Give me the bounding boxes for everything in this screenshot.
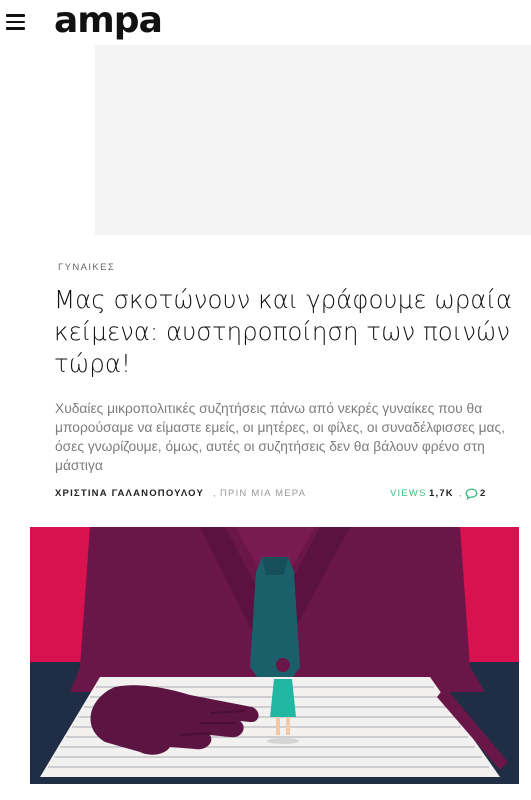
article-meta: ΧΡΙΣΤΙΝΑ ΓΑΛΑΝΟΠΟΥΛΟΥ , ΠΡΙΝ ΜΙΑ ΜΕΡΑ VI… — [55, 488, 490, 502]
comments-count[interactable]: 2 — [480, 488, 486, 499]
comments-separator: , — [459, 488, 463, 499]
article-title: Μας σκοτώνουν και γράφουμε ωραία κείμενα… — [54, 285, 513, 378]
article-category[interactable]: ΓΥΝΑΙΚΕΣ — [58, 262, 115, 273]
views-count: 1,7K — [429, 488, 454, 499]
site-header: ampa — [0, 0, 531, 45]
speech-bubble-icon[interactable] — [465, 488, 478, 500]
publish-time: ΠΡΙΝ ΜΙΑ ΜΕΡΑ — [220, 488, 307, 499]
views-label: VIEWS — [390, 488, 427, 499]
author-link[interactable]: ΧΡΙΣΤΙΝΑ ΓΑΛΑΝΟΠΟΥΛΟΥ — [55, 488, 204, 499]
meta-separator: , — [213, 488, 217, 499]
site-logo[interactable]: ampa — [54, 0, 163, 42]
hero-girl-head — [276, 658, 290, 672]
hero-girl-dress — [270, 679, 296, 717]
article-hero-image[interactable] — [30, 527, 519, 784]
hamburger-menu-icon[interactable] — [6, 14, 25, 30]
article-excerpt: Χυδαίες μικροπολιτικές συζητήσεις πάνω α… — [55, 401, 505, 473]
ad-placeholder — [95, 45, 531, 235]
